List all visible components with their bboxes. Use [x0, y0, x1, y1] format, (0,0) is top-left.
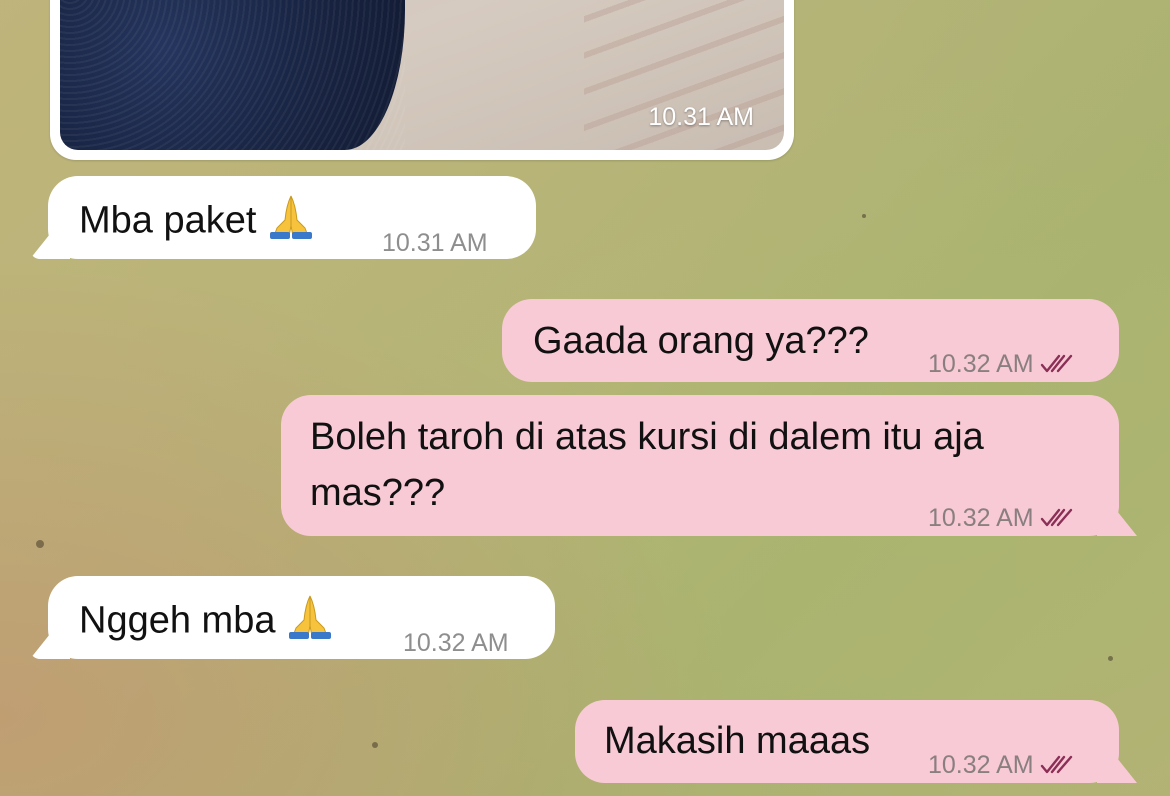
- folded-hands-icon: [264, 192, 318, 253]
- message-meta: 10.32 AM: [928, 339, 1074, 389]
- folded-hands-icon: [283, 592, 337, 653]
- background-speckle: [1108, 656, 1113, 661]
- message-text-line: mas???: [310, 472, 446, 514]
- message-time: 10.31 AM: [382, 229, 488, 257]
- message-text: Mba paket: [79, 192, 318, 253]
- background-speckle: [862, 214, 866, 218]
- message-text: Makasih maaas: [604, 720, 871, 762]
- photo-cloth: [60, 0, 405, 150]
- bubble-tail: [30, 629, 70, 659]
- message-meta: 10.32 AM: [403, 618, 509, 668]
- message-time: 10.31 AM: [648, 103, 754, 131]
- bubble-tail: [30, 229, 70, 259]
- message-text: Nggeh mba: [79, 592, 337, 653]
- outgoing-message[interactable]: Boleh taroh di atas kursi di dalem itu a…: [281, 395, 1137, 536]
- incoming-message[interactable]: Mba paket 10.31 AM: [30, 176, 536, 259]
- photo-image[interactable]: 10.31 AM: [60, 0, 784, 150]
- double-check-icon: [1040, 353, 1074, 375]
- outgoing-message[interactable]: Gaada orang ya??? 10.32 AM: [502, 299, 1119, 382]
- message-text-line: Boleh taroh di atas kursi di dalem itu a…: [310, 416, 984, 458]
- message-text-content: Nggeh mba: [79, 599, 276, 642]
- message-text: Gaada orang ya???: [533, 320, 869, 362]
- message-time: 10.32 AM: [928, 751, 1034, 779]
- bubble-tail: [1097, 753, 1137, 783]
- background-speckle: [372, 742, 378, 748]
- message-time: 10.32 AM: [403, 629, 509, 657]
- background-speckle: [36, 540, 44, 548]
- bubble-tail: [1097, 506, 1137, 536]
- message-meta: 10.32 AM: [928, 493, 1074, 543]
- incoming-message[interactable]: Nggeh mba 10.32 AM: [30, 576, 555, 659]
- message-text-content: Mba paket: [79, 199, 257, 242]
- message-meta: 10.32 AM: [928, 740, 1074, 790]
- outgoing-message[interactable]: Makasih maaas 10.32 AM: [575, 700, 1137, 783]
- message-time: 10.32 AM: [928, 350, 1034, 378]
- message-time: 10.32 AM: [928, 504, 1034, 532]
- photo-message[interactable]: 10.31 AM: [50, 0, 794, 160]
- double-check-icon: [1040, 507, 1074, 529]
- double-check-icon: [1040, 754, 1074, 776]
- message-meta: 10.31 AM: [382, 218, 488, 268]
